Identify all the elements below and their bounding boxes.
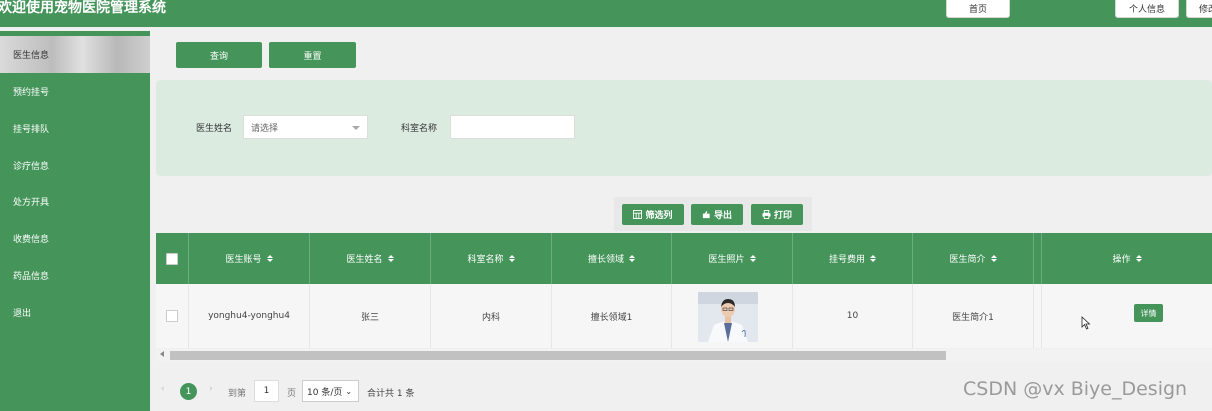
cell-fee: 10 — [793, 284, 913, 348]
cell-account: yonghu4-yonghu4 — [189, 284, 310, 348]
prev-page-icon[interactable]: ‹ — [161, 384, 165, 394]
select-all-checkbox[interactable] — [166, 252, 178, 265]
sort-icon — [508, 255, 515, 262]
sort-icon — [749, 255, 756, 262]
column-label-specialty: 擅长领域 — [587, 255, 624, 265]
doctor-name-label: 医生姓名 — [196, 124, 233, 134]
page-jump-input[interactable]: 1 — [254, 380, 279, 402]
doctor-photo — [698, 292, 758, 342]
change-password-button[interactable]: 修改 — [1186, 0, 1212, 18]
columns-icon — [633, 210, 643, 219]
sidebar-item-doctor-info[interactable]: 医生信息 — [0, 36, 150, 73]
detail-button[interactable]: 详情 — [1134, 304, 1163, 322]
chevron-down-icon: ⌄ — [345, 386, 353, 396]
sort-icon — [870, 255, 876, 262]
column-label-account: 医生账号 — [225, 255, 262, 265]
sidebar-item-diagnosis[interactable]: 诊疗信息 — [0, 147, 150, 184]
sidebar-item-appointment[interactable]: 预约挂号 — [0, 73, 150, 110]
printer-icon — [762, 210, 771, 219]
next-page-icon[interactable]: › — [209, 384, 213, 394]
sidebar-item-queue[interactable]: 挂号排队 — [0, 110, 150, 147]
column-header-photo[interactable]: 医生照片 — [672, 233, 793, 284]
scrollbar-thumb[interactable] — [170, 351, 946, 360]
goto-label: 到第 — [228, 389, 247, 399]
reset-button[interactable]: 重置 — [269, 42, 356, 68]
department-input[interactable] — [450, 115, 575, 139]
chevron-down-icon — [352, 126, 360, 130]
column-label-department: 科室名称 — [467, 255, 504, 265]
cell-specialty: 擅长领域1 — [552, 284, 672, 348]
export-button[interactable]: 导出 — [691, 204, 743, 225]
sort-icon — [1135, 255, 1142, 262]
cell-spacer — [1034, 284, 1042, 348]
watermark: CSDN @vx Biye_Design — [963, 378, 1188, 400]
sidebar-item-billing[interactable]: 收费信息 — [0, 220, 150, 257]
cell-name: 张三 — [310, 284, 431, 348]
column-header-actions[interactable]: 操作 — [1042, 233, 1212, 284]
print-button[interactable]: 打印 — [751, 204, 803, 225]
top-bar: 欢迎使用宠物医院管理系统 — [0, 0, 1212, 27]
column-header-fee[interactable]: 挂号费用 — [793, 233, 913, 284]
total-count: 合计共 1 条 — [367, 389, 415, 399]
doctor-name-select[interactable]: 请选择 — [243, 115, 368, 139]
column-spacer — [1034, 233, 1042, 284]
page-size-value: 10 条/页 — [307, 387, 343, 398]
print-label: 打印 — [773, 211, 792, 221]
cell-intro: 医生简介1 — [913, 284, 1034, 348]
sidebar-item-logout[interactable]: 退出 — [0, 294, 150, 331]
export-label: 导出 — [713, 211, 732, 221]
sort-icon — [629, 255, 635, 262]
column-header-account[interactable]: 医生账号 — [189, 233, 310, 284]
sort-icon — [387, 255, 394, 262]
sort-icon — [990, 255, 997, 262]
cell-department: 内科 — [431, 284, 552, 348]
select-all-cell — [156, 233, 189, 284]
table-row: yonghu4-yonghu4 张三 内科 擅长领域1 10 医生简介1 — [156, 284, 1212, 348]
department-label: 科室名称 — [401, 124, 438, 134]
page-number-current[interactable]: 1 — [180, 383, 197, 400]
filter-columns-button[interactable]: 筛选列 — [622, 204, 684, 225]
column-label-intro: 医生简介 — [949, 255, 986, 265]
export-icon — [702, 210, 710, 219]
row-checkbox[interactable] — [166, 310, 178, 322]
search-button[interactable]: 查询 — [176, 42, 262, 68]
sort-icon — [266, 255, 273, 262]
column-label-actions: 操作 — [1112, 255, 1131, 265]
mouse-cursor-icon — [1081, 316, 1091, 330]
column-header-intro[interactable]: 医生简介 — [913, 233, 1034, 284]
doctor-name-placeholder: 请选择 — [251, 123, 279, 134]
column-label-name: 医生姓名 — [346, 255, 383, 265]
sidebar-item-medicine[interactable]: 药品信息 — [0, 257, 150, 294]
page-unit-label: 页 — [287, 389, 297, 399]
cell-actions — [1042, 284, 1212, 348]
scroll-left-arrow-icon[interactable] — [160, 351, 164, 357]
row-select-cell — [156, 284, 189, 348]
page-size-select[interactable]: 10 条/页 ⌄ — [302, 380, 359, 402]
column-header-specialty[interactable]: 擅长领域 — [552, 233, 672, 284]
column-header-department[interactable]: 科室名称 — [431, 233, 552, 284]
app-title: 欢迎使用宠物医院管理系统 — [0, 0, 166, 16]
column-header-name[interactable]: 医生姓名 — [310, 233, 431, 284]
profile-button[interactable]: 个人信息 — [1115, 0, 1179, 18]
filter-columns-label: 筛选列 — [645, 211, 673, 221]
home-button[interactable]: 首页 — [946, 0, 1010, 18]
table-header: 医生账号 医生姓名 科室名称 擅长领域 医生照片 挂号费用 医生简介 操作 — [156, 233, 1212, 284]
sidebar: 医生信息 预约挂号 挂号排队 诊疗信息 处方开具 收费信息 药品信息 退出 — [0, 31, 150, 411]
sidebar-item-prescription[interactable]: 处方开具 — [0, 183, 150, 220]
column-label-fee: 挂号费用 — [828, 255, 865, 265]
column-label-photo: 医生照片 — [708, 255, 745, 265]
